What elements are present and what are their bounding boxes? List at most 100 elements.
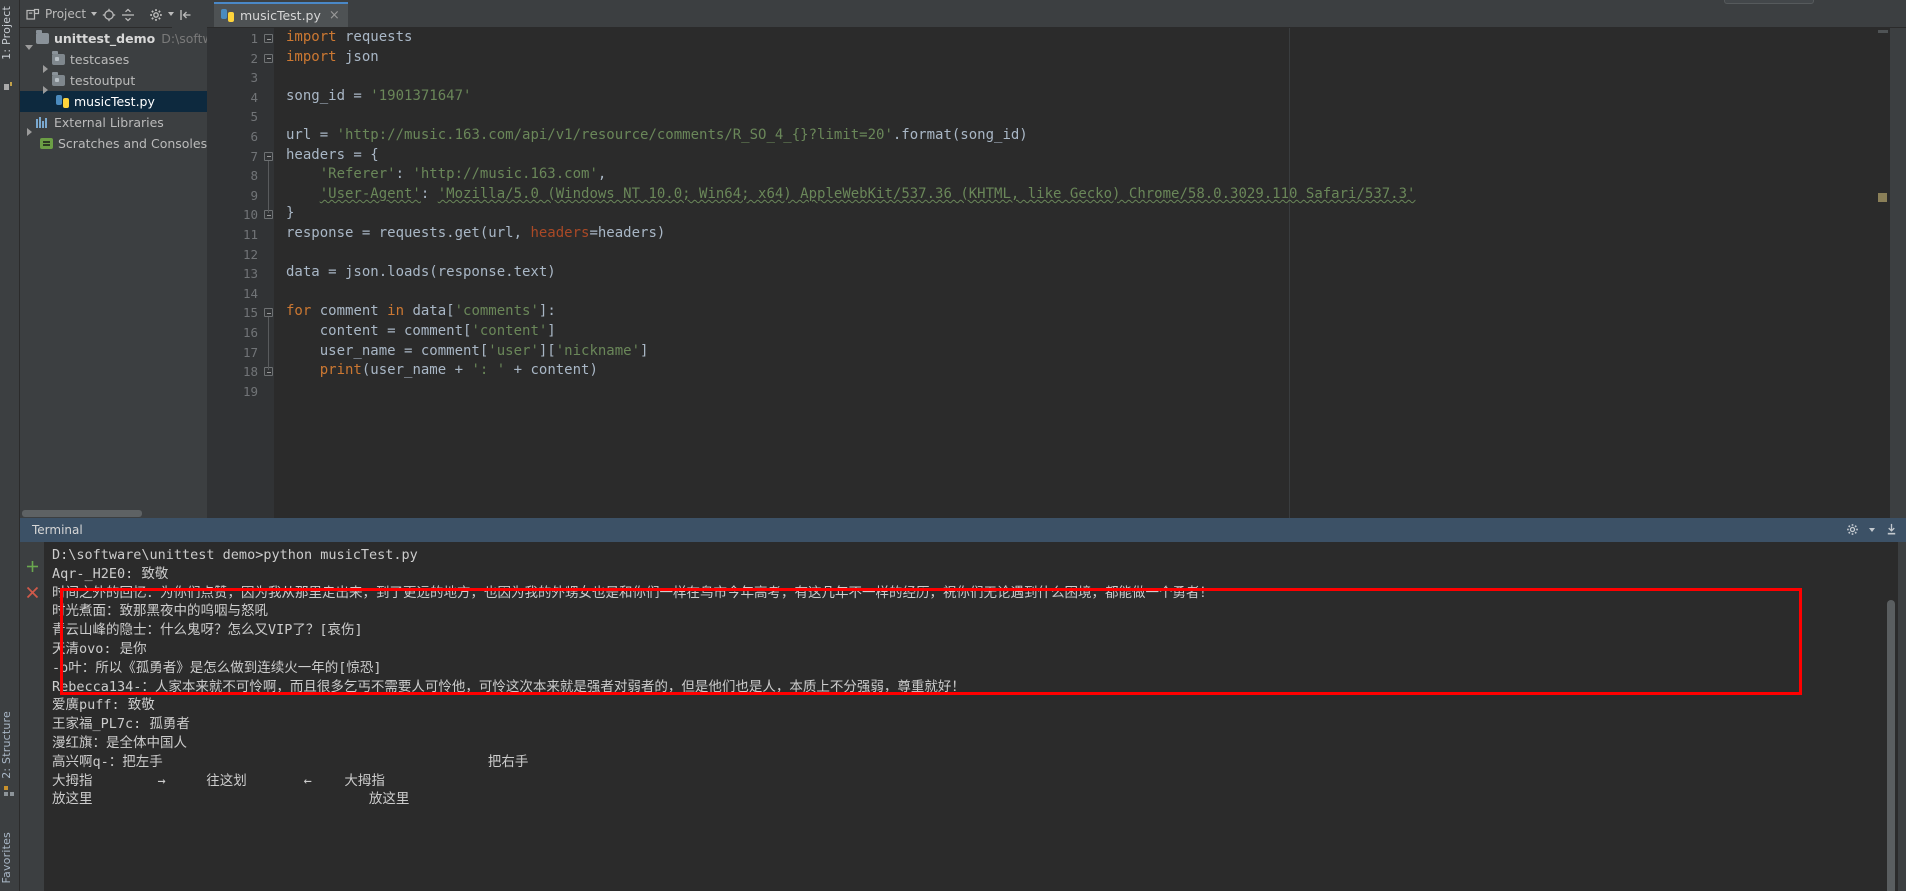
warning-marker[interactable]	[1878, 193, 1887, 202]
code-line[interactable]	[286, 244, 1890, 264]
tree-label: testoutput	[70, 73, 136, 88]
scratch-icon	[40, 138, 53, 149]
code-content[interactable]: import requests import json song_id = '19…	[274, 28, 1890, 518]
code-line[interactable]: }	[286, 204, 1890, 224]
fold-marker[interactable]	[264, 53, 273, 63]
tree-row-scratches-and-consoles[interactable]: Scratches and Consoles	[20, 133, 207, 154]
code-line[interactable]: url = 'http://music.163.com/api/v1/resou…	[286, 126, 1890, 146]
terminal-output-line: 天清ovo: 是你	[52, 640, 147, 657]
code-line[interactable]: 'User-Agent': 'Mozilla/5.0 (Windows NT 1…	[286, 185, 1890, 205]
terminal-output-line: 王家福_PL7c: 孤勇者	[52, 716, 190, 733]
tree-label: musicTest.py	[74, 94, 155, 109]
sidebar-tab-favorites[interactable]: Favorites	[0, 832, 20, 884]
code-line[interactable]	[286, 283, 1890, 303]
line-number: 1	[250, 31, 258, 46]
code-line[interactable]: import requests	[286, 28, 1890, 48]
close-icon[interactable]: ×	[329, 9, 340, 22]
terminal-output-line: 大拇指 → 往这划 ← 大拇指	[52, 772, 385, 789]
terminal-output-line: 爱廣puff: 致敬	[52, 697, 155, 714]
sidebar-tab-structure[interactable]: 2: Structure	[0, 711, 20, 779]
line-number: 16	[242, 325, 258, 340]
tree-row-musicTest-py[interactable]: musicTest.py	[20, 91, 207, 112]
locate-icon[interactable]	[102, 7, 116, 21]
scrollbar-thumb[interactable]	[22, 510, 142, 517]
fold-guide-line	[268, 160, 269, 214]
gear-icon[interactable]	[1846, 521, 1859, 540]
code-line[interactable]: 'Referer': 'http://music.163.com',	[286, 165, 1890, 185]
line-number: 14	[242, 285, 258, 301]
tree-row-unittest-demo[interactable]: unittest_demo D:\softwa	[20, 28, 207, 50]
gear-chevron-down-icon[interactable]	[1869, 528, 1875, 532]
scrollbar-top-marker	[1878, 30, 1888, 33]
tree-label: External Libraries	[54, 115, 164, 130]
terminal-output-line: Rebecca134-：人家本来就不可怜啊，而且很多乞丐不需要人可怜他，可怜这次…	[52, 678, 965, 695]
line-number: 13	[242, 266, 258, 282]
code-line[interactable]: data = json.loads(response.text)	[286, 263, 1890, 283]
line-number: 17	[242, 344, 258, 360]
line-number: 5	[250, 109, 258, 125]
project-horizontal-scrollbar[interactable]	[20, 508, 207, 518]
close-icon[interactable]	[26, 584, 39, 599]
code-line[interactable]: response = requests.get(url, headers=hea…	[286, 224, 1890, 244]
code-line[interactable]: import json	[286, 48, 1890, 68]
left-tool-strip: 1: Project 2: Structure Favorites	[0, 0, 20, 891]
code-line[interactable]: song_id = '1901371647'	[286, 87, 1890, 107]
tree-label: Scratches and Consoles	[58, 136, 207, 151]
terminal-output-line: -o叶：所以《孤勇者》是怎么做到连续火一年的[惊恐]	[52, 659, 382, 676]
line-number: 6	[250, 129, 258, 144]
add-icon[interactable]	[26, 558, 39, 572]
hide-panel-icon[interactable]	[179, 7, 193, 21]
terminal-side-rail	[20, 542, 44, 891]
fold-guide-line	[268, 317, 269, 371]
tab-musicTest-py[interactable]: musicTest.py ×	[214, 2, 348, 27]
editor-scrollbar[interactable]	[1876, 28, 1890, 518]
collapse-all-icon[interactable]	[121, 7, 135, 21]
tree-label: unittest_demo	[54, 31, 156, 46]
fold-marker[interactable]	[264, 151, 273, 161]
gear-chevron-down-icon[interactable]	[168, 11, 175, 16]
tab-label: musicTest.py	[240, 8, 321, 23]
hide-panel-icon[interactable]	[1885, 521, 1898, 540]
code-editor[interactable]: 1 2 3 4 5 6 7 8 9 10 11 12 13 14 15 16 17 18 19 import req…	[207, 28, 1890, 518]
line-number: 4	[250, 89, 258, 105]
folder-module-icon	[52, 72, 65, 86]
editor-gutter[interactable]: 1 2 3 4 5 6 7 8 9 10 11 12 13 14 15 16 17 18 19	[207, 28, 274, 518]
project-dropdown-label[interactable]: Project	[45, 7, 86, 21]
code-line[interactable]	[286, 106, 1890, 126]
line-number: 9	[250, 187, 258, 203]
sidebar-tab-project[interactable]: 1: Project	[0, 6, 20, 60]
code-line[interactable]: user_name = comment['user']['nickname']	[286, 342, 1890, 362]
project-toolbar: Project	[20, 0, 191, 28]
line-number: 11	[242, 227, 258, 242]
code-line[interactable]	[286, 67, 1890, 87]
line-number: 10	[242, 207, 258, 223]
tree-label: testcases	[70, 52, 130, 67]
tree-row-testcases[interactable]: testcases	[20, 49, 207, 73]
terminal-output[interactable]: D:\software\unittest demo>python musicTe…	[44, 542, 1876, 891]
code-line[interactable]: content = comment['content']	[286, 322, 1890, 342]
terminal-scrollbar[interactable]	[1884, 542, 1898, 891]
tree-row-testoutput[interactable]: testoutput	[20, 70, 207, 94]
project-view-icon[interactable]	[26, 7, 40, 21]
fold-marker[interactable]	[264, 34, 273, 43]
gear-icon[interactable]	[149, 7, 163, 21]
terminal-panel[interactable]: Terminal D:\software\unittest demo>pytho…	[20, 518, 1906, 891]
line-number: 18	[242, 364, 258, 380]
terminal-output-line: 时光煮面：致那黑夜中的呜咽与怒吼	[52, 603, 268, 620]
folder-module-icon	[52, 51, 65, 65]
terminal-header: Terminal	[20, 518, 1906, 542]
tree-row-external-libraries[interactable]: External Libraries	[20, 112, 207, 136]
project-icon	[4, 78, 16, 90]
code-line[interactable]: print(user_name + ': ' + content)	[286, 361, 1890, 381]
window-control-placeholder	[1724, 0, 1814, 4]
terminal-prompt-line: D:\software\unittest demo>python musicTe…	[52, 547, 418, 563]
code-line[interactable]: for comment in data['comments']:	[286, 302, 1890, 322]
scrollbar-thumb[interactable]	[1887, 600, 1895, 891]
fold-marker[interactable]	[264, 308, 273, 318]
python-file-icon	[56, 95, 69, 108]
library-icon	[36, 117, 49, 128]
chevron-down-icon[interactable]	[91, 11, 98, 16]
code-line[interactable]	[286, 381, 1890, 401]
code-line[interactable]: headers = {	[286, 146, 1890, 166]
project-tree-panel[interactable]: unittest_demo D:\softwa testcases testou…	[20, 28, 207, 508]
